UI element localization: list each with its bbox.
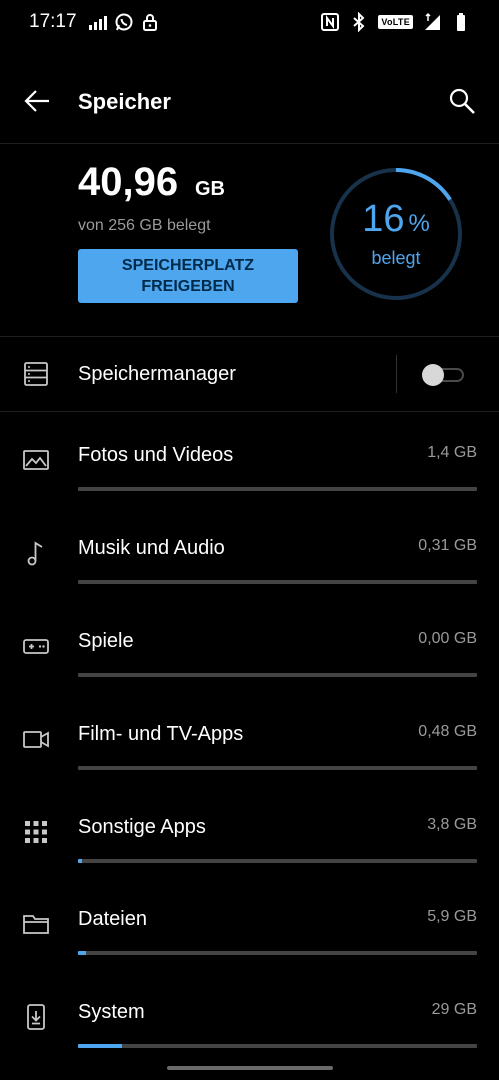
status-left-icons: [88, 12, 160, 32]
apps-grid-icon: [22, 818, 50, 846]
signal-bars-icon: [88, 12, 108, 32]
search-button[interactable]: [447, 86, 477, 116]
search-icon: [449, 88, 475, 114]
arrow-back-icon: [24, 90, 49, 112]
usage-percent-value: 16: [362, 198, 405, 240]
category-usage-bar: [78, 859, 477, 863]
category-row-games[interactable]: Spiele 0,00 GB: [0, 610, 499, 703]
category-row-system[interactable]: System 29 GB: [0, 981, 499, 1074]
gamepad-icon: [22, 632, 50, 660]
header-divider: [0, 143, 499, 144]
music-note-icon: [22, 539, 50, 567]
category-usage-fill: [78, 951, 86, 955]
toggle-knob: [422, 364, 444, 386]
app-header: Speicher: [0, 72, 499, 132]
status-right-icons: VoLTE: [320, 12, 471, 32]
lte-signal-icon: [422, 12, 442, 32]
category-usage-bar: [78, 951, 477, 955]
video-camera-icon: [22, 725, 50, 753]
free-up-space-label-line1: SPEICHERPLATZ: [121, 257, 255, 274]
storage-manager-label[interactable]: Speichermanager: [78, 363, 236, 386]
used-amount: 40,96: [78, 160, 179, 204]
category-usage-bar: [78, 487, 477, 491]
category-label: Film- und TV-Apps: [78, 723, 244, 745]
status-time: 17:17: [29, 11, 77, 32]
whatsapp-icon: [114, 12, 134, 32]
category-label: Sonstige Apps: [78, 816, 206, 838]
category-size: 0,31 GB: [418, 537, 477, 554]
category-row-files[interactable]: Dateien 5,9 GB: [0, 888, 499, 981]
category-row-video-apps[interactable]: Film- und TV-Apps 0,48 GB: [0, 703, 499, 796]
category-usage-bar: [78, 766, 477, 770]
category-label: System: [78, 1001, 145, 1023]
category-usage-bar: [78, 673, 477, 677]
summary-divider: [0, 336, 499, 337]
category-row-other-apps[interactable]: Sonstige Apps 3,8 GB: [0, 796, 499, 889]
folder-icon: [22, 910, 50, 938]
category-size: 0,00 GB: [418, 630, 477, 647]
free-up-space-label-line2: FREIGEBEN: [141, 278, 235, 295]
category-usage-fill: [78, 859, 82, 863]
storage-manager-toggle[interactable]: [422, 364, 464, 386]
usage-percent-label: belegt: [371, 248, 421, 268]
category-size: 29 GB: [431, 1001, 477, 1018]
back-button[interactable]: [22, 86, 52, 116]
status-bar: 17:17 VoLTE: [0, 0, 499, 44]
category-label: Spiele: [78, 630, 134, 652]
system-update-icon: [22, 1003, 50, 1031]
category-size: 5,9 GB: [427, 908, 477, 925]
image-icon: [22, 446, 50, 474]
free-up-space-button[interactable]: SPEICHERPLATZ FREIGEBEN: [78, 249, 298, 303]
manager-divider: [0, 411, 499, 412]
nfc-icon: [320, 12, 340, 32]
battery-icon: [451, 12, 471, 32]
category-label: Musik und Audio: [78, 537, 225, 559]
category-size: 3,8 GB: [427, 816, 477, 833]
category-size: 1,4 GB: [427, 444, 477, 461]
category-label: Dateien: [78, 908, 147, 930]
bluetooth-icon: [349, 12, 369, 32]
category-row-photos[interactable]: Fotos und Videos 1,4 GB: [0, 424, 499, 517]
usage-percent: 16%: [328, 198, 464, 241]
storage-manager-icon: [22, 360, 50, 388]
used-unit: GB: [195, 178, 225, 200]
page-title: Speicher: [78, 89, 171, 114]
lock-icon: [140, 12, 160, 32]
toggle-separator: [396, 355, 397, 393]
volte-badge: VoLTE: [378, 15, 413, 29]
used-of-total: von 256 GB belegt: [78, 217, 211, 234]
usage-percent-sign: %: [408, 210, 430, 237]
category-usage-bar: [78, 1044, 477, 1048]
category-size: 0,48 GB: [418, 723, 477, 740]
category-label: Fotos und Videos: [78, 444, 234, 466]
home-indicator[interactable]: [167, 1066, 333, 1070]
category-usage-bar: [78, 580, 477, 584]
category-usage-fill: [78, 1044, 122, 1048]
category-row-music[interactable]: Musik und Audio 0,31 GB: [0, 517, 499, 610]
